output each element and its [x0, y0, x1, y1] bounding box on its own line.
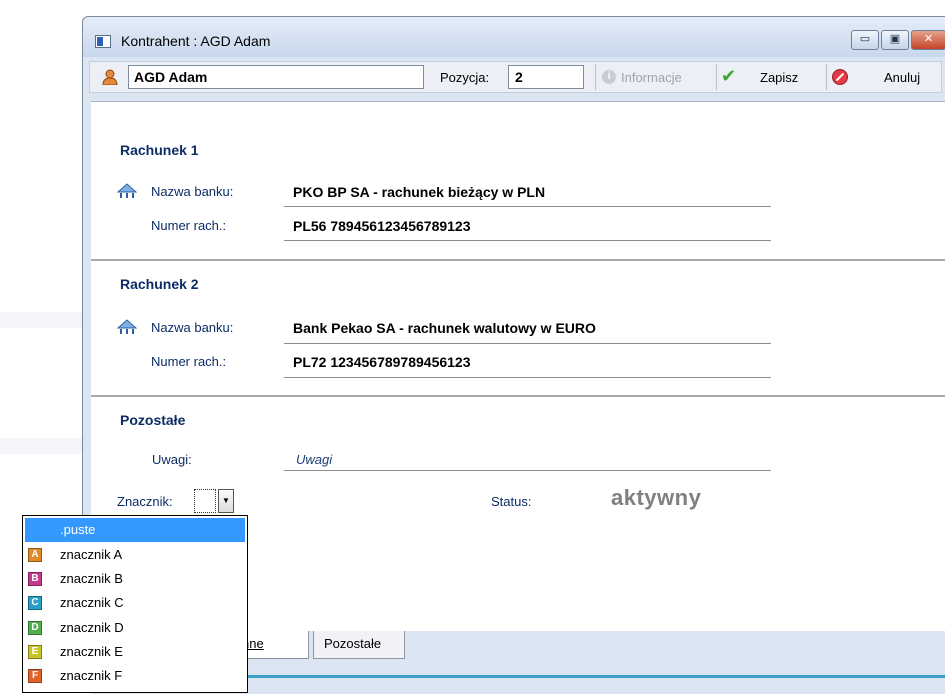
dropdown-option-c[interactable]: C znacznik C — [25, 591, 245, 615]
user-icon — [102, 69, 118, 85]
marker-c-icon: C — [28, 596, 42, 610]
marker-label: Znacznik: — [117, 494, 173, 509]
field-underline — [284, 240, 771, 241]
background-strip — [0, 312, 82, 328]
field-underline — [284, 343, 771, 344]
cancel-icon[interactable] — [832, 69, 848, 85]
dropdown-option-a[interactable]: A znacznik A — [25, 543, 245, 567]
position-label: Pozycja: — [440, 70, 490, 85]
window-title: Kontrahent : AGD Adam — [121, 33, 271, 49]
option-label: znacznik B — [60, 571, 123, 586]
notes-field[interactable]: Uwagi — [296, 452, 332, 467]
bank-name-label: Nazwa banku: — [151, 320, 234, 335]
marker-dropdown-arrow-icon[interactable]: ▼ — [218, 489, 234, 513]
accent-line — [168, 675, 945, 678]
status-label: Status: — [491, 494, 532, 509]
section-divider — [91, 259, 945, 261]
dropdown-option-empty[interactable]: .puste — [25, 518, 245, 542]
toolbar-separator — [595, 64, 596, 90]
background-strip — [0, 438, 82, 454]
toolbar-separator — [826, 64, 827, 90]
marker-f-icon: F — [28, 669, 42, 683]
option-label: znacznik C — [60, 595, 124, 610]
dropdown-option-d[interactable]: D znacznik D — [25, 616, 245, 640]
minimize-button[interactable]: ▭ — [851, 30, 879, 50]
maximize-button[interactable]: ▣ — [881, 30, 909, 50]
option-label: .puste — [60, 522, 96, 537]
dropdown-option-e[interactable]: E znacznik E — [25, 640, 245, 664]
checkmark-icon[interactable]: ✔ — [721, 66, 736, 87]
notes-label: Uwagi: — [152, 452, 192, 467]
bank-name-label: Nazwa banku: — [151, 184, 234, 199]
field-underline — [284, 377, 771, 378]
marker-b-icon: B — [28, 572, 42, 586]
account-number-label: Numer rach.: — [151, 354, 227, 369]
toolbar: AGD Adam Pozycja: 2 i Informacje ✔ Zapis… — [89, 61, 942, 93]
option-label: znacznik A — [60, 547, 123, 562]
marker-d-icon: D — [28, 621, 42, 635]
account-number-field[interactable]: PL56 789456123456789123 — [293, 218, 471, 234]
option-label: znacznik D — [60, 620, 124, 635]
account-number-field[interactable]: PL72 123456789789456123 — [293, 354, 471, 370]
bank-icon — [117, 183, 137, 198]
position-field[interactable]: 2 — [508, 65, 584, 89]
marker-e-icon: E — [28, 645, 42, 659]
bank-icon — [117, 319, 137, 334]
option-label: znacznik F — [60, 668, 123, 683]
field-underline — [284, 206, 771, 207]
account-number-label: Numer rach.: — [151, 218, 227, 233]
info-icon: i — [602, 70, 616, 84]
marker-select[interactable] — [194, 489, 216, 513]
marker-a-icon: A — [28, 548, 42, 562]
section-divider — [91, 395, 945, 397]
account2-title: Rachunek 2 — [120, 276, 199, 292]
title-bar[interactable]: Kontrahent : AGD Adam ▭ ▣ ✕ — [83, 17, 945, 57]
toolbar-separator — [716, 64, 717, 90]
close-button[interactable]: ✕ — [911, 30, 945, 50]
tab-other[interactable]: Pozostałe — [313, 631, 405, 659]
cancel-button[interactable]: Anuluj — [884, 70, 920, 85]
account1-title: Rachunek 1 — [120, 142, 199, 158]
save-button[interactable]: Zapisz — [760, 70, 798, 85]
dropdown-option-b[interactable]: B znacznik B — [25, 567, 245, 591]
status-value: aktywny — [611, 485, 702, 510]
bank-name-field[interactable]: Bank Pekao SA - rachunek walutowy w EURO — [293, 320, 596, 336]
field-underline — [284, 470, 771, 471]
contractor-name-field[interactable]: AGD Adam — [128, 65, 424, 89]
option-label: znacznik E — [60, 644, 123, 659]
bank-name-field[interactable]: PKO BP SA - rachunek bieżący w PLN — [293, 184, 545, 200]
marker-dropdown-list: .puste A znacznik A B znacznik B C znacz… — [22, 515, 248, 693]
dropdown-option-f[interactable]: F znacznik F — [25, 664, 245, 688]
window-icon — [95, 35, 111, 48]
info-button[interactable]: Informacje — [621, 70, 682, 85]
other-title: Pozostałe — [120, 412, 186, 428]
